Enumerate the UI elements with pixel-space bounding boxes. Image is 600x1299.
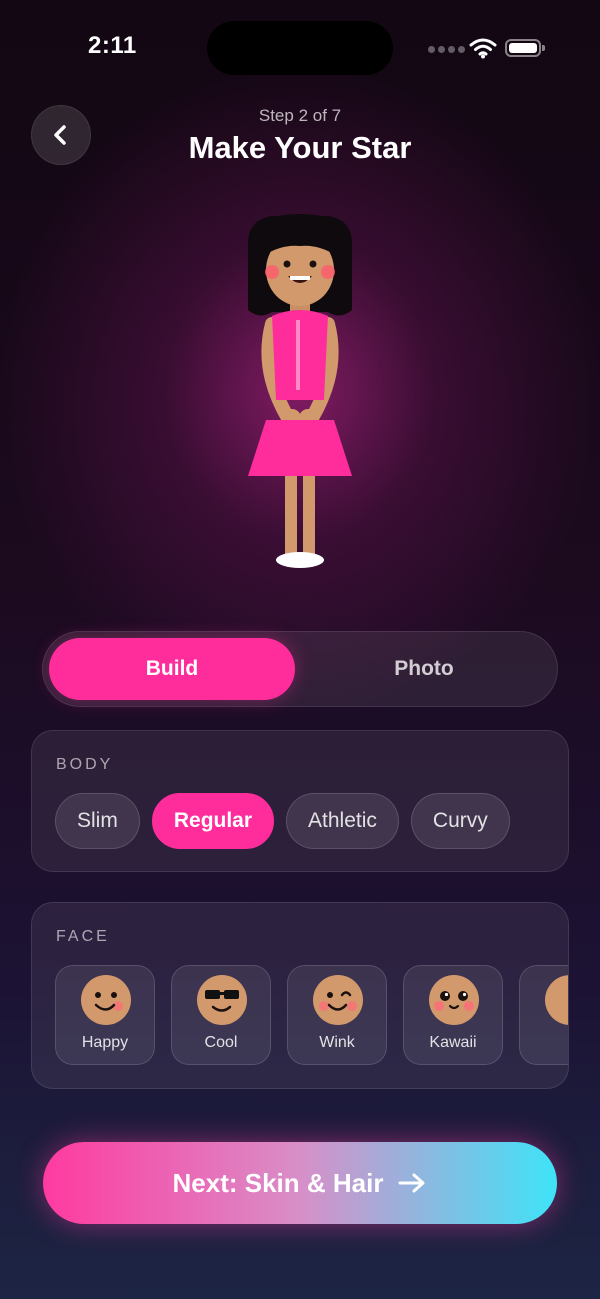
face-option-happy[interactable]: Happy xyxy=(55,965,155,1065)
face-option-label: Kawaii xyxy=(429,1034,477,1051)
next-button[interactable]: Next: Skin & Hair xyxy=(43,1142,557,1224)
body-type-options: Slim Regular Athletic Curvy xyxy=(55,793,510,849)
cellular-signal-icon xyxy=(428,46,465,53)
body-option-athletic[interactable]: Athletic xyxy=(286,793,399,849)
face-card: FACE Happy Cool Wink Kawaii xyxy=(31,902,569,1089)
face-options: Happy Cool Wink Kawaii xyxy=(55,965,568,1065)
arrow-right-icon xyxy=(398,1173,425,1193)
battery-icon xyxy=(505,39,541,57)
face-option-label: Happy xyxy=(81,1034,129,1051)
avatar-preview xyxy=(247,214,353,568)
face-option-more[interactable] xyxy=(519,965,568,1065)
face-option-cool[interactable]: Cool xyxy=(171,965,271,1065)
happy-face-icon xyxy=(81,975,131,1025)
wink-face-icon xyxy=(313,975,363,1025)
face-option-kawaii[interactable]: Kawaii xyxy=(403,965,503,1065)
face-option-wink[interactable]: Wink xyxy=(287,965,387,1065)
step-indicator: Step 2 of 7 xyxy=(258,106,342,125)
body-type-card: BODY Slim Regular Athletic Curvy xyxy=(31,730,569,872)
face-more-icon xyxy=(545,975,568,1025)
battery-tip xyxy=(542,45,545,51)
face-option-label: Cool xyxy=(204,1034,238,1051)
sunglasses-face-icon xyxy=(197,975,247,1025)
mode-segmented-control: Build Photo xyxy=(42,631,558,707)
status-time: 2:11 xyxy=(88,32,137,59)
face-section-label: FACE xyxy=(56,928,110,945)
face-option-label: Wink xyxy=(319,1034,355,1051)
wifi-icon xyxy=(469,38,497,59)
next-button-label: Next: Skin & Hair xyxy=(172,1167,384,1198)
page-title: Make Your Star xyxy=(188,130,412,165)
body-option-slim[interactable]: Slim xyxy=(55,793,140,849)
body-section-label: BODY xyxy=(56,756,114,773)
kawaii-face-icon xyxy=(429,975,479,1025)
tab-photo[interactable]: Photo xyxy=(301,638,547,700)
dynamic-island xyxy=(207,21,393,75)
body-option-regular[interactable]: Regular xyxy=(151,793,275,849)
tab-build[interactable]: Build xyxy=(49,638,295,700)
body-option-curvy[interactable]: Curvy xyxy=(410,793,510,849)
